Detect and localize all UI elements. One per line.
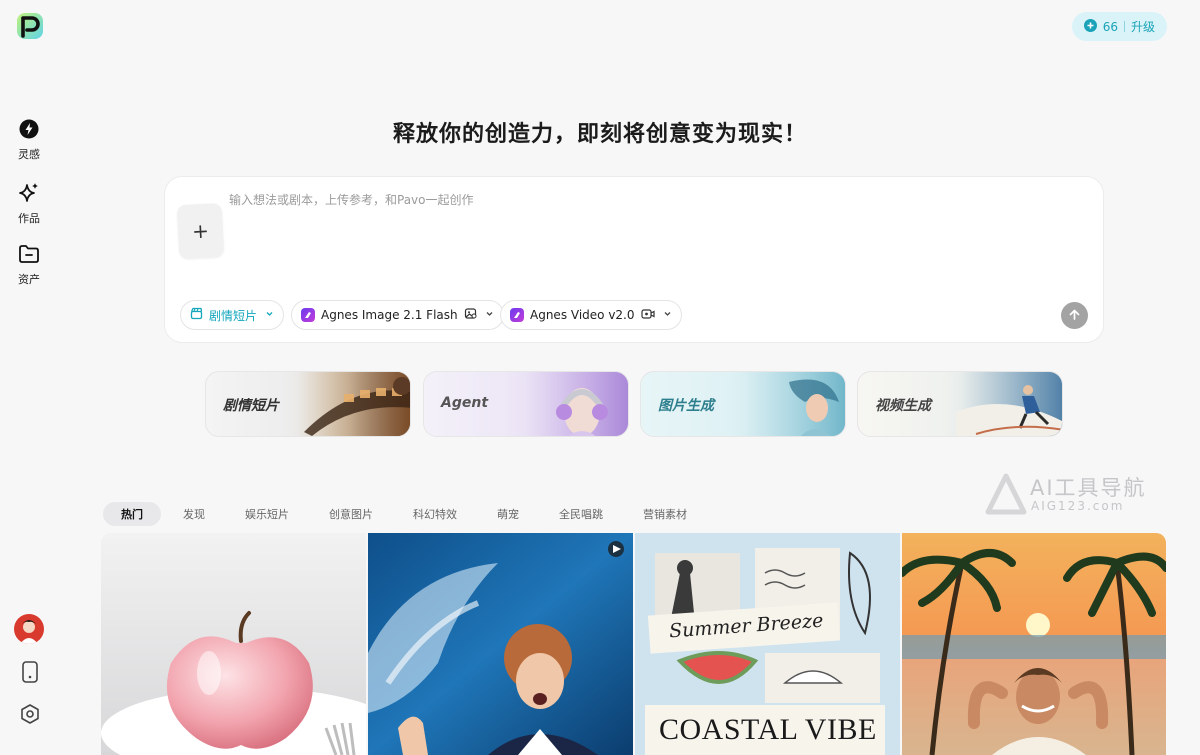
send-button[interactable]	[1061, 302, 1088, 329]
chevron-down-icon	[265, 309, 274, 321]
tab-entertainment[interactable]: 娱乐短片	[227, 502, 307, 526]
chip-label: Agnes Video v2.0	[530, 308, 635, 322]
plus-circle-icon	[1083, 18, 1097, 35]
video-model-chip[interactable]: Agnes Video v2.0	[500, 300, 682, 330]
watermark-line1: AI工具导航	[1030, 476, 1147, 500]
mode-card-agent[interactable]: Agent	[423, 371, 629, 437]
mode-card-drama[interactable]: 剧情短片	[205, 371, 411, 437]
clapperboard-icon	[190, 307, 203, 323]
film-reel-art	[283, 372, 410, 436]
collage-text-bottom: COASTAL VIBE	[659, 713, 877, 746]
phone-icon[interactable]	[18, 660, 42, 684]
sidebar-item-works[interactable]: 作品	[8, 181, 50, 226]
upgrade-label: 升级	[1130, 20, 1155, 34]
video-settings-icon	[640, 308, 655, 323]
mode-card-video[interactable]: 视频生成	[857, 371, 1063, 437]
tab-pets[interactable]: 萌宠	[479, 502, 537, 526]
chevron-down-icon	[485, 309, 494, 321]
mode-card-label: 视频生成	[875, 398, 931, 414]
plus-icon: +	[191, 218, 210, 244]
gallery-card-water[interactable]	[368, 533, 633, 755]
prompt-input[interactable]	[229, 193, 1049, 207]
mode-card-image[interactable]: 图片生成	[640, 371, 846, 437]
divider	[1123, 21, 1125, 32]
arrow-up-icon	[1068, 306, 1081, 325]
prompt-box: + 剧情短片 Agnes Image 2.1 Flash Agnes Video…	[164, 176, 1104, 343]
upload-reference-button[interactable]: +	[176, 202, 225, 260]
gallery-card-beach[interactable]	[902, 533, 1166, 755]
gallery-card-apple[interactable]	[101, 533, 366, 755]
mode-card-label: 图片生成	[658, 398, 714, 414]
mode-card-label: 剧情短片	[223, 398, 279, 414]
mode-card-label: Agent	[441, 395, 489, 411]
avatar[interactable]	[14, 614, 44, 644]
tab-marketing[interactable]: 营销素材	[625, 502, 705, 526]
watermark-line2: AIG123.com	[1031, 499, 1125, 513]
tab-discover[interactable]: 发现	[165, 502, 223, 526]
sidebar-item-label: 资产	[18, 273, 40, 286]
mode-select-chip[interactable]: 剧情短片	[180, 300, 285, 330]
category-tabs: 热门 发现 娱乐短片 创意图片 科幻特效 萌宠 全民唱跳 营销素材	[103, 502, 709, 526]
pavo-logo-icon[interactable]	[14, 10, 46, 42]
hexagon-settings-icon[interactable]	[18, 702, 42, 726]
chip-label: 剧情短片	[209, 308, 258, 323]
tab-creative-image[interactable]: 创意图片	[311, 502, 391, 526]
agnes-logo-icon	[510, 308, 524, 322]
agnes-logo-icon	[301, 308, 315, 322]
tab-scifi[interactable]: 科幻特效	[395, 502, 475, 526]
credits-count: 66	[1102, 19, 1118, 34]
tab-dance[interactable]: 全民唱跳	[541, 502, 621, 526]
chip-label: Agnes Image 2.1 Flash	[321, 308, 458, 322]
chevron-down-icon	[663, 309, 672, 321]
page-title: 释放你的创造力，即刻将创意变为现实！	[392, 122, 807, 147]
sidebar-item-label: 灵感	[18, 148, 40, 161]
image-model-chip[interactable]: Agnes Image 2.1 Flash	[291, 300, 504, 330]
sparkle-icon	[18, 181, 40, 207]
image-settings-icon	[464, 307, 477, 323]
headphones-person-art	[501, 372, 628, 436]
tab-hot[interactable]: 热门	[103, 502, 161, 526]
skier-art	[935, 372, 1062, 436]
credits-upgrade-pill[interactable]: 66 升级	[1071, 12, 1167, 41]
sidebar-item-assets[interactable]: 资产	[8, 244, 50, 287]
folder-icon	[18, 244, 40, 268]
sidebar-item-label: 作品	[18, 212, 40, 225]
floating-person-art	[718, 372, 845, 436]
watermark-logo-icon	[985, 473, 1027, 515]
gallery-card-collage[interactable]: Summer Breeze COASTAL VIBE	[635, 533, 900, 755]
